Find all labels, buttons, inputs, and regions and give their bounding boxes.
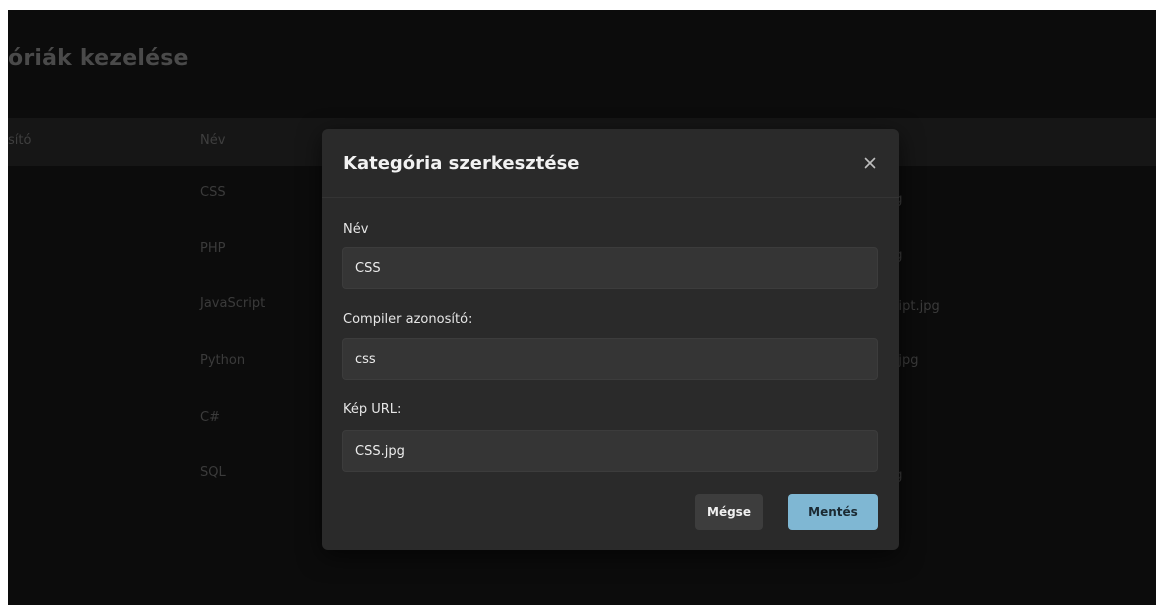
table-cell-name: SQL	[200, 465, 226, 480]
edit-category-modal: Kategória szerkesztése Név Compiler azon…	[322, 129, 899, 550]
table-cell-name: Python	[200, 353, 246, 368]
column-header-name: Név	[200, 133, 226, 148]
modal-header: Kategória szerkesztése	[322, 129, 899, 198]
name-field[interactable]	[342, 247, 878, 289]
modal-title: Kategória szerkesztése	[343, 153, 580, 174]
table-cell-name: CSS	[200, 185, 226, 200]
compiler-id-field-label: Compiler azonosító:	[343, 312, 473, 327]
image-url-field[interactable]	[342, 430, 878, 472]
compiler-id-field[interactable]	[342, 338, 878, 380]
image-url-field-label: Kép URL:	[343, 402, 402, 417]
table-cell-name: PHP	[200, 241, 226, 256]
close-icon[interactable]	[858, 151, 882, 175]
name-field-label: Név	[343, 222, 369, 237]
save-button[interactable]: Mentés	[788, 494, 878, 530]
cancel-button[interactable]: Mégse	[695, 494, 763, 530]
table-cell-name: JavaScript	[200, 296, 266, 311]
table-cell-name: C#	[200, 410, 220, 425]
page-title: óriák kezelése	[8, 46, 189, 71]
column-header-id: sító	[8, 133, 32, 148]
